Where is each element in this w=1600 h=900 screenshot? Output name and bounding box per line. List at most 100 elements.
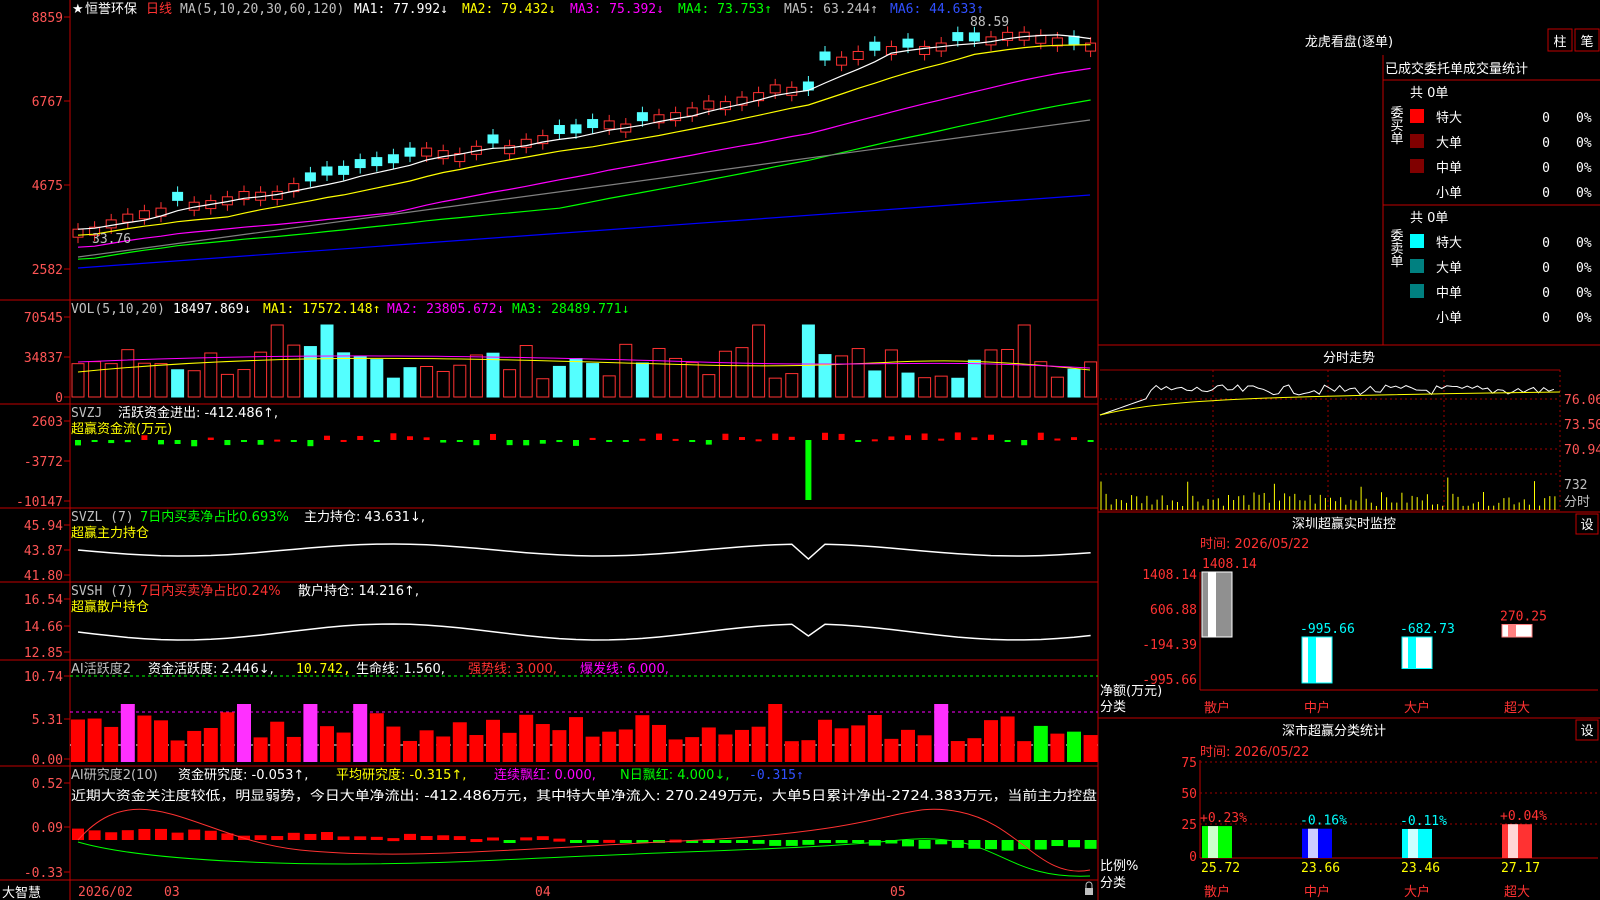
research-bar xyxy=(337,836,350,840)
candle-body xyxy=(769,84,781,94)
ai2-d4: N日飘红: 4.000↓, xyxy=(620,767,729,783)
stats-bar-shine xyxy=(1408,828,1418,858)
stats-bar-value: 25.72 xyxy=(1201,861,1240,876)
bar-mode-label: 柱 xyxy=(1553,35,1566,50)
activity-bar xyxy=(436,736,451,762)
research-bar xyxy=(835,840,848,844)
chart-canvas: 1408.14 散户 -995.66 中户 -682.73 大户 270.25 超大 +0.23… xyxy=(0,0,1600,900)
activity-bar xyxy=(403,740,417,762)
monitor-category: 大户 xyxy=(1404,700,1430,716)
activity-bar xyxy=(502,732,517,762)
volume-bar xyxy=(901,372,915,398)
bar-mode-button[interactable]: 柱 xyxy=(1547,28,1573,52)
activity-bar xyxy=(1050,733,1065,762)
activity-bar xyxy=(419,730,434,762)
volume-bar xyxy=(469,354,483,398)
candle-body xyxy=(321,166,333,176)
volume-bar xyxy=(154,363,168,398)
research-bar xyxy=(188,829,201,840)
svzl-desc1: 7日内买卖净占比0.693% xyxy=(140,509,289,525)
svzj-bar xyxy=(838,433,845,440)
research-bar xyxy=(72,828,84,840)
volume-bar xyxy=(436,370,450,398)
svzj-bar xyxy=(921,433,928,440)
monitor-axis: 1408.14 606.88 -194.39 -995.66 xyxy=(1142,568,1197,688)
svzj-bar xyxy=(423,437,430,440)
activity-bar xyxy=(486,719,500,762)
research-bar xyxy=(487,837,499,841)
lock-icon[interactable] xyxy=(1085,881,1093,895)
research-bar xyxy=(918,840,931,849)
favorite-star-icon[interactable]: ★ xyxy=(72,2,84,17)
research-bar xyxy=(1084,840,1097,849)
svzj-bar xyxy=(722,433,729,440)
buy-row-name: 大单 xyxy=(1436,136,1462,151)
volume-bar xyxy=(1084,361,1098,398)
candle-body xyxy=(587,119,599,129)
stats-tabs[interactable]: 已成交委托单成交量统计 xyxy=(1385,61,1528,77)
stats-settings-button[interactable]: 设 xyxy=(1575,719,1599,741)
svsh-tick: 16.54 xyxy=(24,593,63,608)
svsh-title: SVSH (7) xyxy=(71,584,134,599)
volume-bar xyxy=(818,354,832,398)
activity-bar xyxy=(618,729,633,762)
svzl-tick: 43.87 xyxy=(24,544,63,559)
activity-bar xyxy=(71,719,85,762)
svzj-bar xyxy=(506,440,513,446)
tick-mode-button[interactable]: 笔 xyxy=(1574,28,1600,52)
research-bar xyxy=(387,838,400,842)
svzj-bar xyxy=(755,439,762,442)
activity-bar xyxy=(353,704,368,762)
sell-row-name: 小单 xyxy=(1436,311,1462,326)
ai1-d4: 强势线: 3.000, xyxy=(468,661,557,677)
ma-line xyxy=(77,194,1091,269)
research-bar xyxy=(570,840,582,843)
research-bar xyxy=(719,840,732,843)
volume-bar xyxy=(254,351,268,398)
candle-body xyxy=(421,147,433,157)
volume-bar xyxy=(519,345,533,398)
svzj-bar xyxy=(191,440,198,447)
monitor-bar xyxy=(1201,571,1233,638)
volume-bar xyxy=(768,377,782,398)
research-bar xyxy=(1068,840,1080,848)
svzj-bars xyxy=(75,432,1094,500)
activity-bar xyxy=(718,734,733,762)
svzj-bar xyxy=(988,434,994,440)
candle-body xyxy=(603,120,615,130)
ai2-title: AI研究度2(10) xyxy=(71,767,158,783)
svzj-bar xyxy=(606,440,613,442)
svzj-bar xyxy=(739,437,745,440)
research-bar xyxy=(1034,840,1047,850)
research-bar xyxy=(155,828,167,840)
svzj-bar xyxy=(91,440,98,442)
volume-bar xyxy=(718,350,732,398)
svzj-bar xyxy=(340,439,347,442)
svzl-tick: 41.80 xyxy=(24,569,63,584)
svzj-bar xyxy=(822,432,828,440)
svzj-bar xyxy=(1071,437,1077,440)
svzj-bar xyxy=(274,439,281,442)
activity-bar xyxy=(834,728,849,762)
candle-body xyxy=(371,157,383,167)
period-label[interactable]: 日线 xyxy=(146,2,172,17)
activity-bar xyxy=(137,715,152,762)
research-bar xyxy=(138,828,151,840)
activity-bar xyxy=(751,726,766,762)
volume-bar xyxy=(868,370,882,398)
candle-body xyxy=(487,134,499,144)
volume-bar xyxy=(453,364,467,398)
volume-bar xyxy=(171,369,185,398)
svzj-bar xyxy=(207,437,214,440)
date-tick: 05 xyxy=(890,885,906,900)
order-swatch xyxy=(1410,134,1424,148)
research-bar xyxy=(1051,840,1064,847)
research-bar xyxy=(304,833,317,840)
buy-orders-label: 委买单 xyxy=(1388,106,1404,145)
ma3-value: MA3: 75.392↓ xyxy=(570,2,664,17)
candle-body xyxy=(869,41,881,51)
svsh-sub: 超赢散户持仓 xyxy=(71,599,149,615)
research-bar xyxy=(520,837,533,841)
monitor-settings-button[interactable]: 设 xyxy=(1575,513,1599,535)
activity-bar xyxy=(652,724,666,762)
